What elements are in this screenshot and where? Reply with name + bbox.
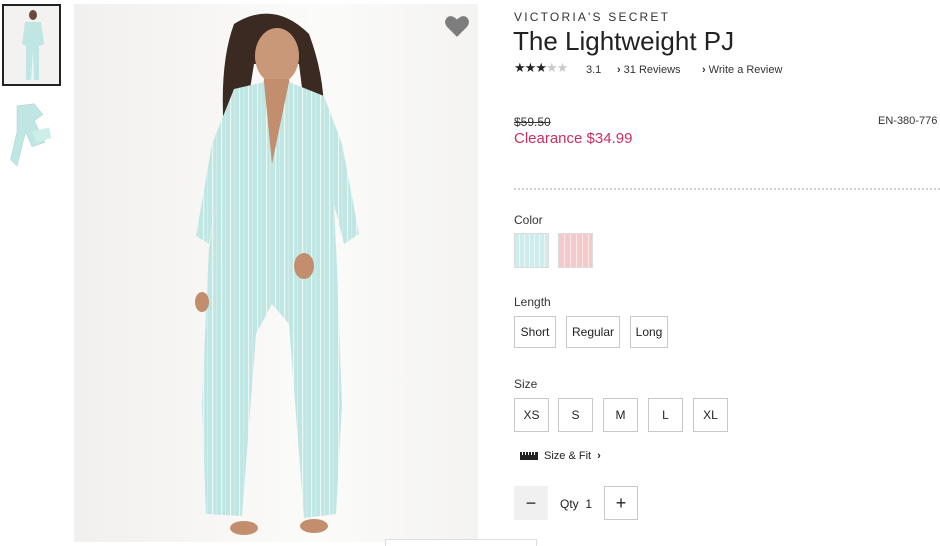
- product-main-image: [74, 4, 478, 542]
- divider: [514, 188, 940, 190]
- model-illustration: [195, 13, 359, 535]
- length-regular[interactable]: Regular: [566, 316, 620, 348]
- size-xs[interactable]: XS: [514, 398, 549, 432]
- thumbnail-model-image: [4, 6, 59, 84]
- size-s[interactable]: S: [558, 398, 593, 432]
- qty-value: 1: [585, 497, 593, 511]
- size-label: Size: [514, 377, 538, 391]
- chevron-right-icon: ›: [597, 450, 601, 462]
- star-icon: ★: [514, 60, 526, 75]
- qty-increase-button[interactable]: +: [604, 486, 638, 520]
- reviews-link[interactable]: › 31 Reviews: [617, 64, 681, 76]
- star-icon: ★: [535, 60, 547, 75]
- write-review-link-label: Write a Review: [708, 64, 783, 76]
- star-icon: ★: [545, 60, 558, 75]
- thumbnail-model[interactable]: [2, 4, 61, 86]
- color-swatch-pink[interactable]: [558, 233, 593, 268]
- rating-value: 3.1: [586, 64, 602, 76]
- brand-name: VICTORIA'S SECRET: [514, 10, 671, 24]
- qty-display: Qty 1: [560, 497, 592, 511]
- qty-label: Qty: [560, 497, 579, 511]
- size-fit-label: Size & Fit: [544, 450, 592, 462]
- product-title: The Lightweight PJ: [513, 26, 735, 56]
- qty-decrease-button[interactable]: −: [514, 486, 548, 520]
- color-label: Color: [514, 213, 543, 227]
- write-review-link[interactable]: › Write a Review: [702, 64, 782, 76]
- color-swatch-mint[interactable]: [514, 233, 549, 268]
- chevron-right-icon: ›: [617, 64, 621, 76]
- size-fit-link[interactable]: Size & Fit ›: [520, 450, 601, 462]
- ruler-icon: [520, 452, 538, 460]
- star-icon: ★: [524, 60, 537, 75]
- original-price: $59.50: [514, 115, 551, 129]
- product-sku: EN-380-776: [878, 115, 938, 127]
- reviews-link-label: 31 Reviews: [623, 64, 681, 76]
- length-long[interactable]: Long: [630, 316, 668, 348]
- rating-stars: ★★★★★: [514, 60, 569, 76]
- heart-icon[interactable]: [444, 13, 470, 39]
- size-xl[interactable]: XL: [693, 398, 728, 432]
- chevron-right-icon: ›: [702, 64, 706, 76]
- length-label: Length: [514, 295, 551, 309]
- clearance-price: Clearance $34.99: [514, 130, 633, 147]
- size-m[interactable]: M: [603, 398, 638, 432]
- star-icon: ★: [556, 60, 569, 75]
- length-short[interactable]: Short: [514, 316, 556, 348]
- thumbnail-flatlay-image: [10, 103, 52, 167]
- thumbnail-flatlay[interactable]: [2, 96, 61, 178]
- size-l[interactable]: L: [648, 398, 683, 432]
